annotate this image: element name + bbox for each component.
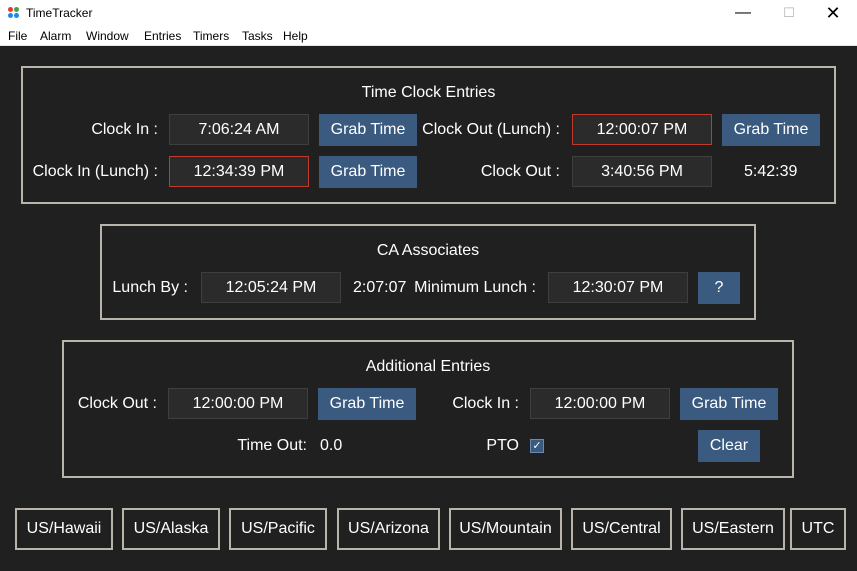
tz-us-eastern-button[interactable]: US/Eastern xyxy=(681,508,785,550)
additional-clock-in-field[interactable]: 12:00:00 PM xyxy=(530,388,670,419)
clock-out-lunch-grab-button[interactable]: Grab Time xyxy=(722,114,820,146)
clock-out-field[interactable]: 3:40:56 PM xyxy=(572,156,712,187)
pto-label: PTO xyxy=(486,437,519,454)
menu-help[interactable]: Help xyxy=(283,29,308,43)
additional-clock-out-label: Clock Out : xyxy=(77,395,157,412)
tz-us-mountain-button[interactable]: US/Mountain xyxy=(449,508,562,550)
additional-entries-title: Additional Entries xyxy=(365,358,491,375)
menu-entries[interactable]: Entries xyxy=(144,29,181,43)
menu-file[interactable]: File xyxy=(8,29,27,43)
title-bar: TimeTracker — ☐ ✕ xyxy=(0,0,857,26)
clock-in-label: Clock In : xyxy=(91,121,158,138)
close-button[interactable]: ✕ xyxy=(810,0,856,26)
window-title: TimeTracker xyxy=(26,6,93,20)
time-out-label: Time Out: xyxy=(237,437,307,454)
clear-button[interactable]: Clear xyxy=(698,430,760,462)
tz-utc-button[interactable]: UTC xyxy=(790,508,846,550)
app-icon xyxy=(8,7,20,19)
clock-in-field[interactable]: 7:06:24 AM xyxy=(169,114,309,145)
maximize-button[interactable]: ☐ xyxy=(766,0,812,26)
menu-window[interactable]: Window xyxy=(86,29,129,43)
clock-out-label: Clock Out : xyxy=(480,163,560,180)
minimum-lunch-label: Minimum Lunch : xyxy=(414,279,536,296)
clock-out-lunch-label: Clock Out (Lunch) : xyxy=(422,121,560,138)
time-out-value: 0.0 xyxy=(320,437,343,454)
pto-checkbox[interactable]: ✓ xyxy=(530,439,544,453)
menu-timers[interactable]: Timers xyxy=(193,29,229,43)
clock-in-lunch-field[interactable]: 12:34:39 PM xyxy=(169,156,309,187)
help-button[interactable]: ? xyxy=(698,272,740,304)
lunch-elapsed: 2:07:07 xyxy=(353,279,407,296)
minimum-lunch-field[interactable]: 12:30:07 PM xyxy=(548,272,688,303)
tz-us-pacific-button[interactable]: US/Pacific xyxy=(229,508,327,550)
total-time: 5:42:39 xyxy=(744,163,798,180)
lunch-by-field[interactable]: 12:05:24 PM xyxy=(201,272,341,303)
tz-us-alaska-button[interactable]: US/Alaska xyxy=(122,508,220,550)
clock-in-lunch-label: Clock In (Lunch) : xyxy=(32,163,158,180)
time-clock-title: Time Clock Entries xyxy=(361,84,496,101)
menu-tasks[interactable]: Tasks xyxy=(242,29,273,43)
tz-us-central-button[interactable]: US/Central xyxy=(571,508,672,550)
clock-in-grab-button[interactable]: Grab Time xyxy=(319,114,417,146)
additional-clock-in-label: Clock In : xyxy=(452,395,519,412)
clock-out-lunch-field[interactable]: 12:00:07 PM xyxy=(572,114,712,145)
ca-associates-title: CA Associates xyxy=(376,242,480,259)
tz-us-hawaii-button[interactable]: US/Hawaii xyxy=(15,508,113,550)
lunch-by-label: Lunch By : xyxy=(112,279,188,296)
additional-clock-in-grab-button[interactable]: Grab Time xyxy=(680,388,778,420)
tz-us-arizona-button[interactable]: US/Arizona xyxy=(337,508,440,550)
minimize-button[interactable]: — xyxy=(720,0,766,26)
menu-alarm[interactable]: Alarm xyxy=(40,29,71,43)
clock-in-lunch-grab-button[interactable]: Grab Time xyxy=(319,156,417,188)
additional-clock-out-grab-button[interactable]: Grab Time xyxy=(318,388,416,420)
menu-bar: File Alarm Window Entries Timers Tasks H… xyxy=(0,26,857,46)
additional-clock-out-field[interactable]: 12:00:00 PM xyxy=(168,388,308,419)
